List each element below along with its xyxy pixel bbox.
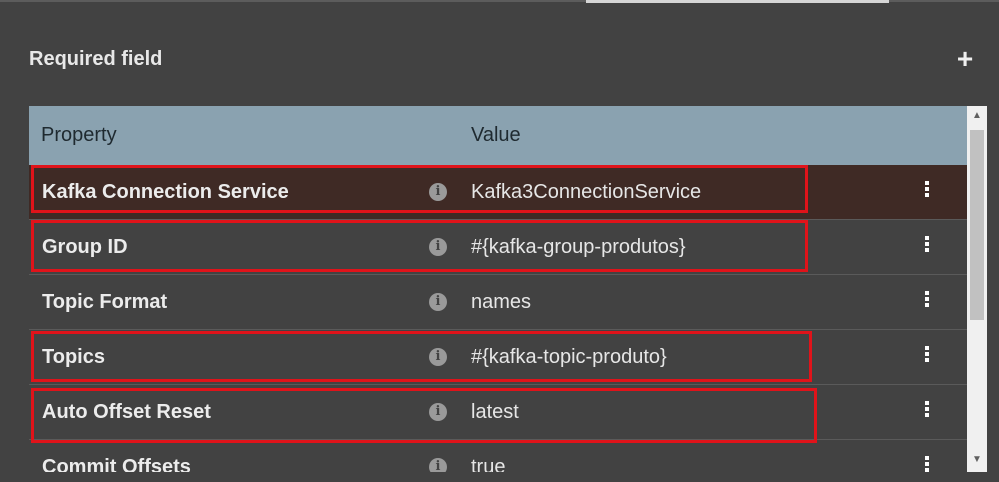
plus-icon: + [956,43,974,74]
property-value[interactable]: #{kafka-topic-produto} [471,346,667,369]
property-value[interactable]: Kafka3ConnectionService [471,181,701,204]
property-value[interactable]: #{kafka-group-produtos} [471,236,686,259]
table-row[interactable]: Kafka Connection Service i Kafka3Connect… [29,165,967,220]
kebab-menu-icon[interactable] [919,454,935,472]
table-header: Property Value [29,106,967,165]
properties-table: Property Value Kafka Connection Service … [29,106,967,472]
info-icon[interactable]: i [429,348,447,366]
column-header-value[interactable]: Value [471,124,521,147]
scrollbar-thumb[interactable] [970,130,984,320]
info-icon[interactable]: i [429,183,447,201]
property-name: Topic Format [42,291,168,313]
property-value[interactable]: true [471,456,505,472]
arrow-down-icon[interactable]: ▼ [967,450,987,470]
table-row[interactable]: Topic Format i names [29,275,967,330]
table-row[interactable]: Auto Offset Reset i latest [29,385,967,440]
kebab-menu-icon[interactable] [919,234,935,258]
property-name: Topics [42,346,105,368]
table-row[interactable]: Topics i #{kafka-topic-produto} [29,330,967,385]
column-header-property[interactable]: Property [41,124,117,147]
kebab-menu-icon[interactable] [919,344,935,368]
vertical-scrollbar[interactable]: ▲ ▼ [967,106,987,472]
property-name: Auto Offset Reset [42,401,211,423]
property-name: Commit Offsets [42,456,191,472]
kebab-menu-icon[interactable] [919,289,935,313]
table-row[interactable]: Commit Offsets i true [29,440,967,472]
add-property-button[interactable]: + [953,44,977,74]
property-name: Group ID [42,236,128,258]
info-icon[interactable]: i [429,458,447,472]
arrow-up-icon[interactable]: ▲ [967,106,987,126]
table-row[interactable]: Group ID i #{kafka-group-produtos} [29,220,967,275]
kebab-menu-icon[interactable] [919,399,935,423]
active-tab-indicator [586,0,889,3]
info-icon[interactable]: i [429,293,447,311]
info-icon[interactable]: i [429,403,447,421]
kebab-menu-icon[interactable] [919,179,935,203]
property-name: Kafka Connection Service [42,181,289,203]
property-value[interactable]: names [471,291,531,314]
property-value[interactable]: latest [471,401,519,424]
section-title: Required field [29,48,163,70]
info-icon[interactable]: i [429,238,447,256]
